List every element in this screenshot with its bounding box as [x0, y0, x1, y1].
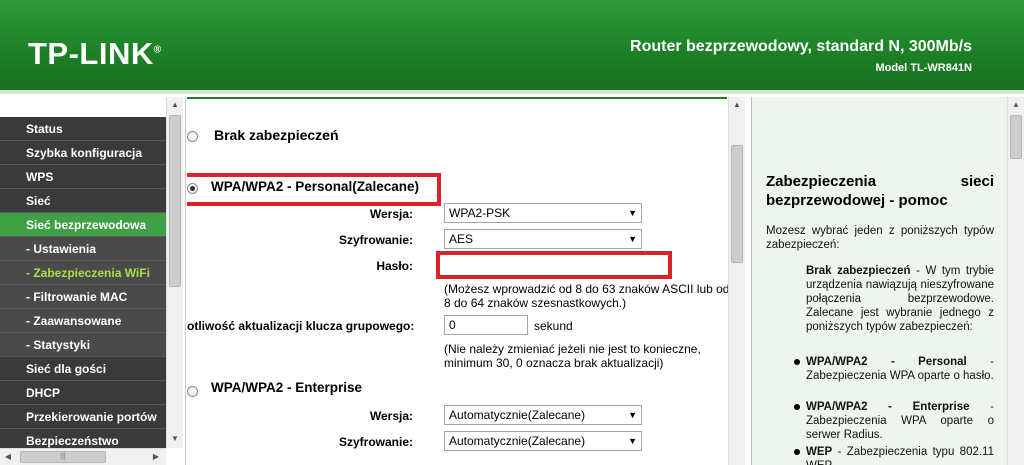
help-title-line1: Zabezpieczenia sieci	[766, 173, 994, 190]
enterprise-version-label: Wersja:	[369, 409, 413, 423]
help-bullet-personal: WPA/WPA2 - Personal - Zabezpieczenia WPA…	[806, 355, 994, 383]
encryption-label: Szyfrowanie:	[338, 233, 413, 247]
menu-item-quick-setup[interactable]: Szybka konfiguracja	[0, 141, 166, 165]
menu-item-port-forwarding[interactable]: Przekierowanie portów	[0, 405, 166, 429]
chevron-down-icon: ▼	[628, 436, 637, 446]
group-key-input[interactable]: 0	[444, 315, 528, 335]
help-bullet-wep: WEP - Zabezpieczenia typu 802.11 WEP.	[806, 445, 994, 465]
router-model: Model TL-WR841N	[875, 62, 972, 74]
no-security-label: Brak zabezpieczeń	[214, 127, 339, 143]
enterprise-encryption-value: Automatycznie(Zalecane)	[449, 434, 586, 448]
enterprise-version-select[interactable]: Automatycznie(Zalecane) ▼	[444, 405, 642, 425]
no-security-radio[interactable]	[187, 131, 198, 142]
help-bullet-enterprise: WPA/WPA2 - Enterprise - Zabezpieczenia W…	[806, 400, 994, 442]
encryption-select[interactable]: AES ▼	[444, 229, 642, 249]
version-select[interactable]: WPA2-PSK ▼	[444, 203, 642, 223]
help-bullet-term: WEP	[806, 446, 833, 458]
scroll-left-arrow-icon[interactable]: ◀	[0, 449, 16, 465]
password-note-line2: 8 do 64 znaków szesnastkowych.)	[444, 296, 627, 310]
wpa-enterprise-radio[interactable]	[187, 386, 198, 397]
help-bullet-text: - Zabezpieczenia typu 802.11 WEP.	[806, 446, 994, 465]
scroll-up-arrow-icon[interactable]: ▲	[1008, 97, 1024, 113]
enterprise-version-value: Automatycznie(Zalecane)	[449, 408, 586, 422]
router-title: Router bezprzewodowy, standard N, 300Mb/…	[630, 38, 972, 55]
scroll-up-arrow-icon[interactable]: ▲	[729, 97, 745, 113]
scroll-down-arrow-icon[interactable]: ▼	[167, 431, 183, 447]
chevron-down-icon: ▼	[628, 234, 637, 244]
password-input[interactable]	[444, 256, 664, 274]
wpa-personal-radio[interactable]	[187, 183, 198, 194]
menu-horizontal-scrollbar[interactable]: ◀ ||| ▶	[0, 448, 166, 465]
scrollbar-thumb[interactable]	[169, 115, 181, 287]
wpa-personal-label: WPA/WPA2 - Personal(Zalecane)	[211, 179, 420, 194]
help-intro: Mozesz wybrać jeden z poniższych typów z…	[766, 225, 994, 251]
main-vertical-scrollbar[interactable]: ▲	[728, 97, 745, 465]
menu-item-mac-filtering[interactable]: - Filtrowanie MAC	[0, 285, 166, 309]
group-key-note-line2: minimum 30, 0 oznacza brak aktualizacji)	[444, 356, 664, 370]
chevron-down-icon: ▼	[628, 410, 637, 420]
menu-item-network[interactable]: Sieć	[0, 189, 166, 213]
help-no-security-term: Brak zabezpieczeń	[806, 265, 911, 277]
help-vertical-scrollbar[interactable]: ▲	[1007, 97, 1024, 465]
wpa-enterprise-label: WPA/WPA2 - Enterprise	[211, 380, 363, 395]
help-frame: Zabezpieczenia sieci bezprzewodowej - po…	[751, 97, 1024, 465]
encryption-select-value: AES	[449, 232, 474, 246]
scrollbar-thumb[interactable]: |||	[20, 451, 106, 463]
menu-item-wireless-advanced[interactable]: - Zaawansowane	[0, 309, 166, 333]
tp-link-logo: TP-LINK®	[28, 36, 162, 71]
header-banner: TP-LINK® Router bezprzewodowy, standard …	[0, 0, 1024, 90]
group-key-unit: sekund	[534, 319, 573, 333]
menu-vertical-scrollbar[interactable]: ▲ ▼	[166, 97, 183, 448]
menu-item-wireless-settings[interactable]: - Ustawienia	[0, 237, 166, 261]
header-divider	[0, 90, 1024, 94]
enterprise-encryption-select[interactable]: Automatycznie(Zalecane) ▼	[444, 431, 642, 451]
version-label: Wersja:	[369, 207, 413, 221]
help-no-security: Brak zabezpieczeń - W tym trybie urządze…	[806, 264, 994, 334]
help-bullet-term: WPA/WPA2 - Personal	[806, 356, 967, 368]
menu-item-status[interactable]: Status	[0, 117, 166, 141]
bullet-icon	[794, 359, 800, 365]
group-key-label: otliwość aktualizacji klucza grupowego:	[187, 319, 415, 333]
password-label: Hasło:	[376, 259, 413, 273]
version-select-value: WPA2-PSK	[449, 206, 511, 220]
menu-list: Status Szybka konfiguracja WPS Sieć Sieć…	[0, 117, 166, 453]
bullet-icon	[794, 449, 800, 455]
main-top-divider	[187, 97, 727, 99]
menu-item-wireless-security[interactable]: - Zabezpieczenia WiFi	[0, 261, 166, 285]
menu-item-wireless-statistics[interactable]: - Statystyki	[0, 333, 166, 357]
main-frame: Brak zabezpieczeń WPA/WPA2 - Personal(Za…	[187, 97, 750, 465]
bullet-icon	[794, 404, 800, 410]
menu-frame: Status Szybka konfiguracja WPS Sieć Sieć…	[0, 97, 186, 465]
menu-item-guest-network[interactable]: Sieć dla gości	[0, 357, 166, 381]
scrollbar-thumb[interactable]	[731, 145, 743, 263]
enterprise-encryption-label: Szyfrowanie:	[338, 435, 413, 449]
help-bullet-term: WPA/WPA2 - Enterprise	[806, 401, 970, 413]
menu-item-wps[interactable]: WPS	[0, 165, 166, 189]
scroll-up-arrow-icon[interactable]: ▲	[167, 97, 183, 113]
scrollbar-thumb[interactable]	[1010, 115, 1022, 159]
menu-item-wireless[interactable]: Sieć bezprzewodowa	[0, 213, 166, 237]
scroll-right-arrow-icon[interactable]: ▶	[148, 449, 164, 465]
menu-item-dhcp[interactable]: DHCP	[0, 381, 166, 405]
chevron-down-icon: ▼	[628, 208, 637, 218]
help-title-line2: bezprzewodowej - pomoc	[766, 192, 948, 209]
